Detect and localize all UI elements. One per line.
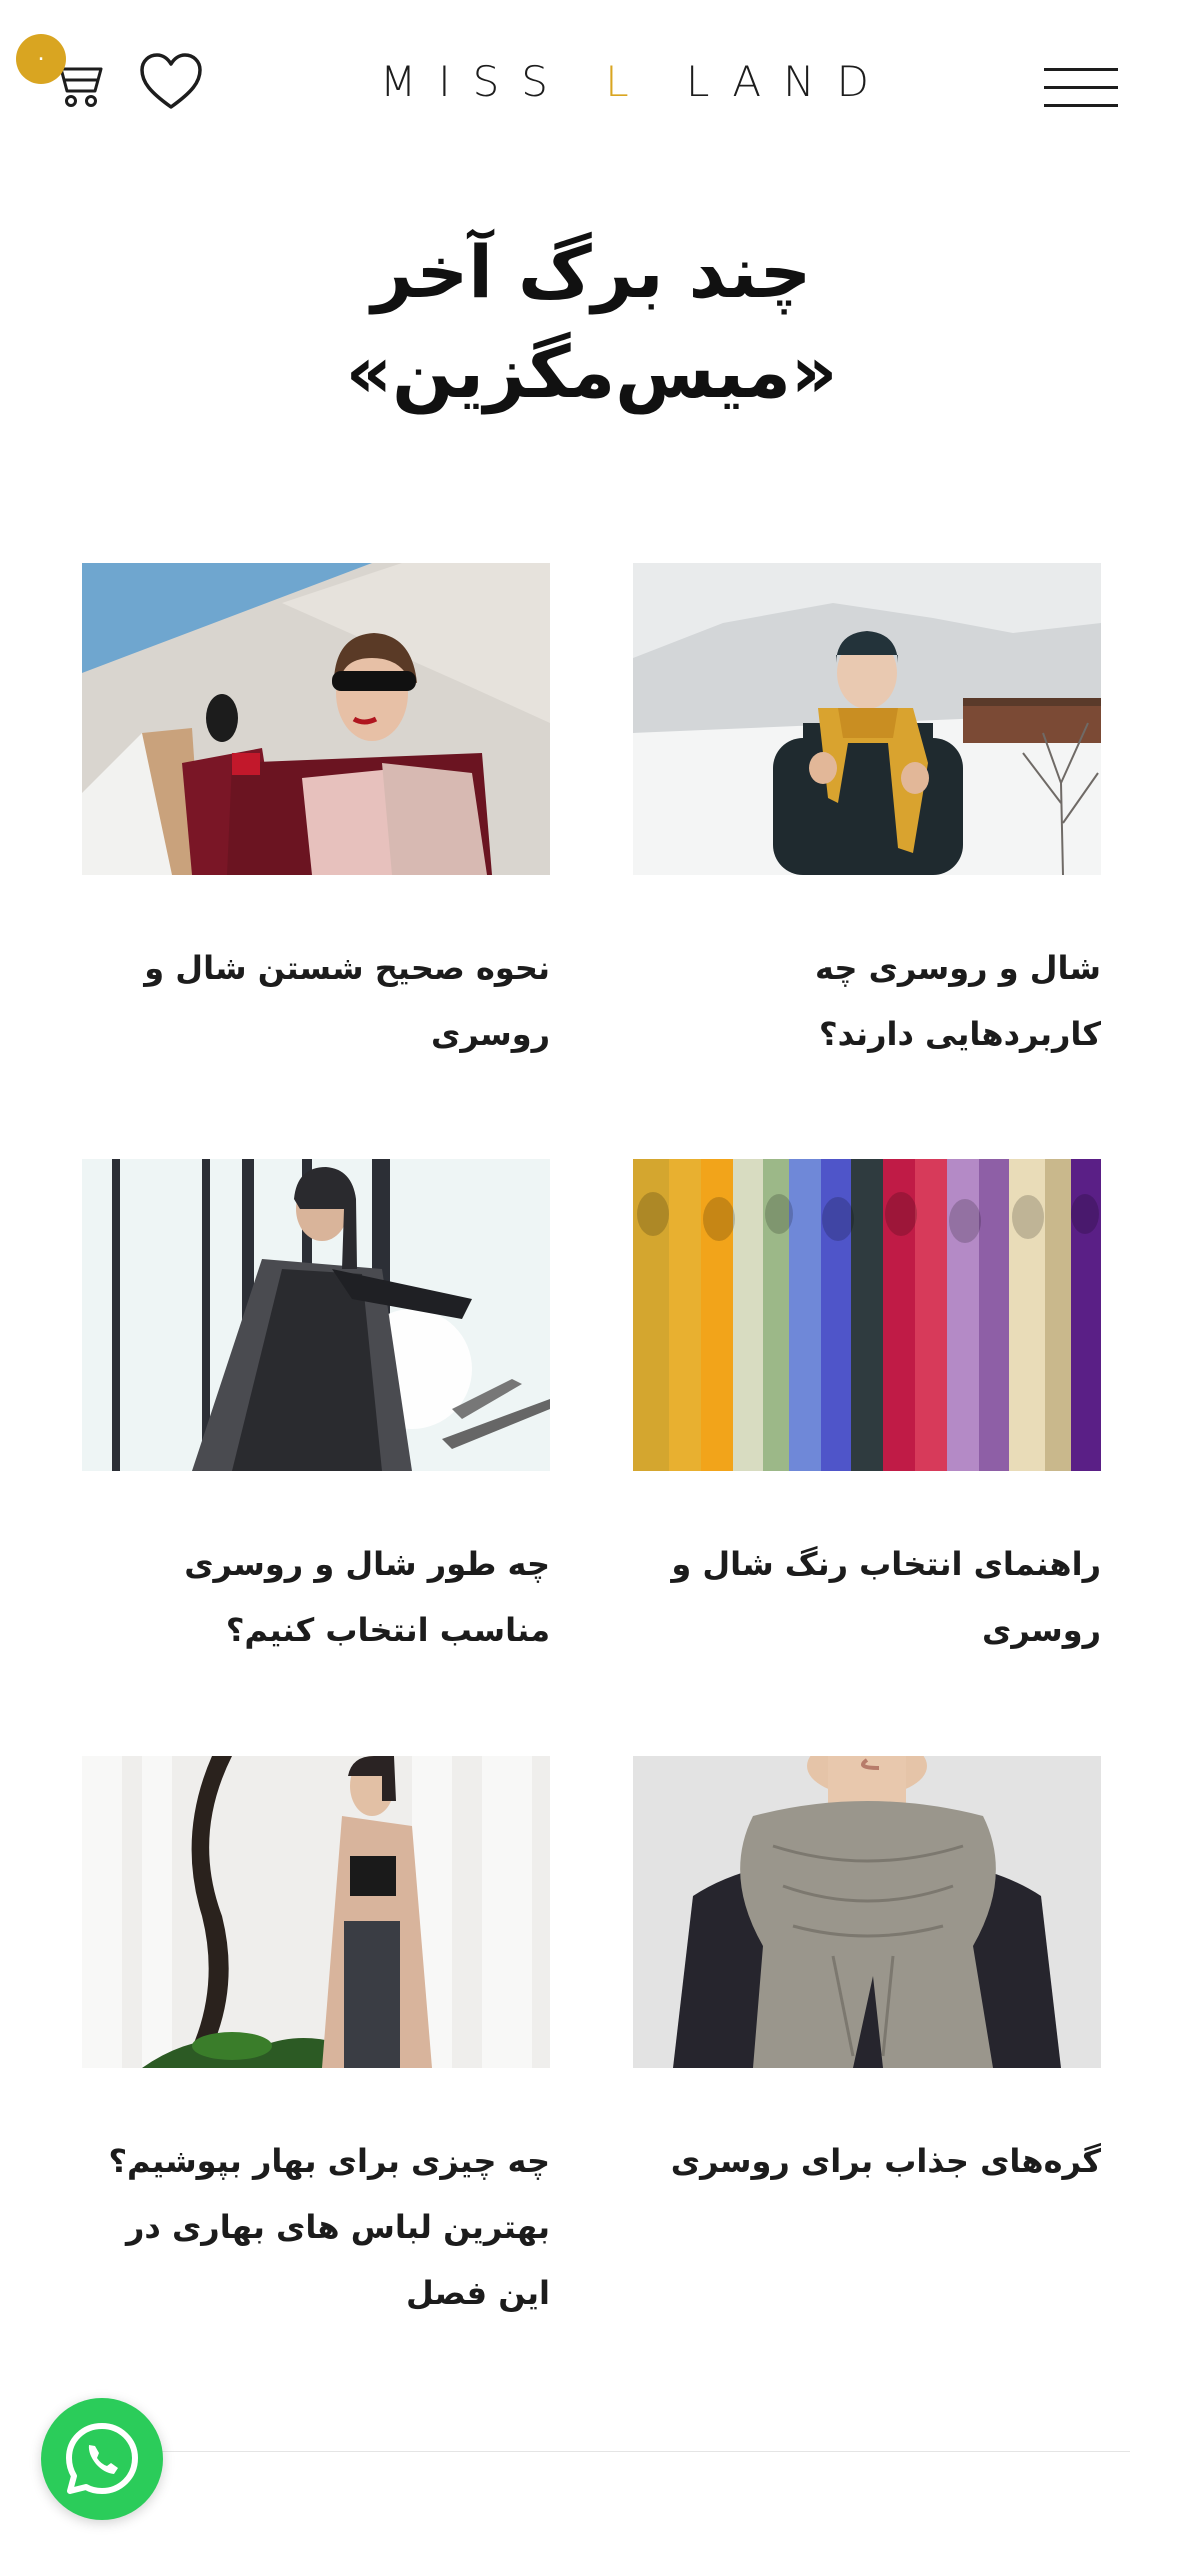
article-image[interactable] [82, 1159, 550, 1471]
article-image[interactable] [82, 563, 550, 875]
article-image[interactable] [633, 1756, 1101, 2068]
article-image[interactable] [633, 1159, 1101, 1471]
magazine-section-title: چند برگ آخر «میس‌مگزین» [0, 222, 1183, 422]
article-card[interactable]: راهنمای انتخاب رنگ شال و روسری [633, 1159, 1101, 1663]
hamburger-menu-icon-line [1044, 104, 1118, 107]
grey-knotted-scarf-photo [633, 1756, 1101, 2068]
woman-with-beige-cardigan-photo [82, 1756, 550, 2068]
section-title-line-1: چند برگ آخر [371, 230, 812, 314]
article-image[interactable] [82, 1756, 550, 2068]
article-title[interactable]: راهنمای انتخاب رنگ شال و روسری [633, 1531, 1101, 1663]
site-logo[interactable]: MISS L LAND [380, 52, 869, 112]
wishlist-button[interactable] [138, 52, 204, 112]
whatsapp-icon [66, 2423, 138, 2494]
article-image[interactable] [633, 563, 1101, 875]
woman-by-window-photo [82, 1159, 550, 1471]
article-title[interactable]: نحوه صحیح شستن شال و روسری [82, 935, 550, 1067]
logo-text-1: MISS [380, 57, 606, 106]
colorful-scarves-photo [633, 1159, 1101, 1471]
whatsapp-chat-button[interactable] [41, 2398, 163, 2520]
woman-with-shopping-bags-photo [82, 563, 550, 875]
site-header: ۰ MISS L LAND [0, 0, 1183, 160]
heart-icon [140, 53, 202, 109]
article-title[interactable]: گره‌های جذاب برای روسری [633, 2128, 1101, 2194]
footer-divider [160, 2451, 1130, 2452]
hamburger-menu-button[interactable] [1044, 68, 1118, 110]
article-card[interactable]: گره‌های جذاب برای روسری [633, 1756, 1101, 2194]
hamburger-menu-icon-line [1044, 86, 1118, 89]
logo-text-2: LAND [650, 57, 891, 106]
woman-in-snow-photo [633, 563, 1101, 875]
article-card[interactable]: شال و روسری چه کاربردهایی دارند؟ [633, 563, 1101, 1067]
article-card[interactable]: چه طور شال و روسری مناسب انتخاب کنیم؟ [82, 1159, 550, 1663]
hamburger-menu-icon [1044, 68, 1118, 71]
article-card[interactable]: چه چیزی برای بهار بپوشیم؟ بهترین لباس ها… [82, 1756, 550, 2326]
article-card[interactable]: نحوه صحیح شستن شال و روسری [82, 563, 550, 1067]
section-title-line-2: «میس‌مگزین» [345, 330, 838, 414]
article-title[interactable]: چه طور شال و روسری مناسب انتخاب کنیم؟ [82, 1531, 550, 1663]
logo-accent-letter: L [605, 57, 651, 106]
article-title[interactable]: چه چیزی برای بهار بپوشیم؟ بهترین لباس ها… [82, 2128, 550, 2326]
cart-count-badge: ۰ [16, 34, 66, 84]
article-title[interactable]: شال و روسری چه کاربردهایی دارند؟ [633, 935, 1101, 1067]
